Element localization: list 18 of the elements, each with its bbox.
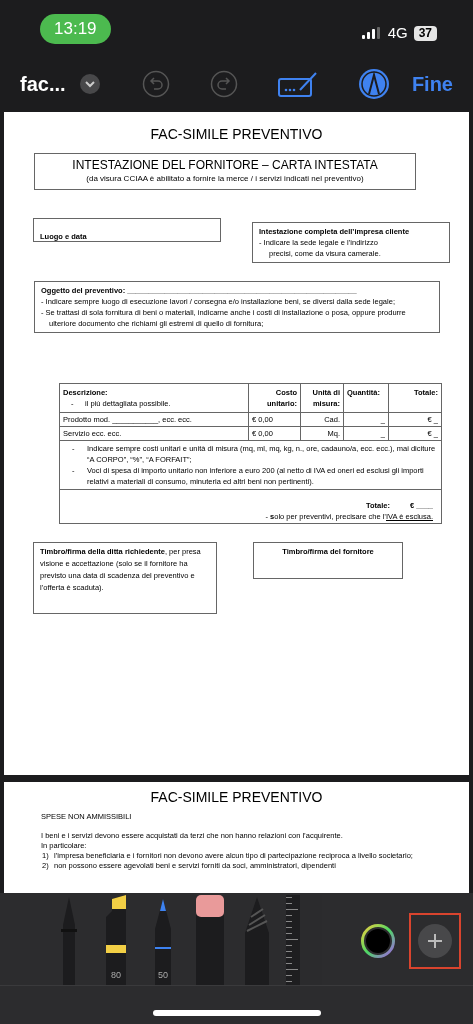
battery-level: 37 (413, 25, 437, 41)
opacity-label: 80 (110, 968, 122, 982)
document-title[interactable]: fac... (20, 69, 66, 99)
done-button[interactable]: Fine (411, 69, 453, 99)
markup-icon[interactable] (357, 68, 390, 100)
opacity-label: 50 (157, 968, 169, 982)
keyboard-pen-icon[interactable] (277, 70, 318, 98)
plus-icon (428, 934, 442, 948)
chevron-down-icon[interactable] (79, 74, 100, 94)
network-label: 4G (387, 22, 408, 43)
clock: 13:19 (40, 14, 111, 44)
page-title: FAC-SIMILE PREVENTIVO (150, 125, 323, 144)
signal-icon (361, 27, 382, 39)
page-title: FAC-SIMILE PREVENTIVO (150, 788, 324, 806)
add-button[interactable] (418, 924, 452, 958)
color-picker-icon[interactable] (361, 924, 395, 958)
supplier-header-title: INTESTAZIONE DEL FORNITORE – CARTA INTESTATA (72, 158, 378, 173)
supplier-header-subtitle: (da visura CCIAA è abilitato a fornire la merce / i servizi indicati nel preventivo) (86, 173, 364, 185)
